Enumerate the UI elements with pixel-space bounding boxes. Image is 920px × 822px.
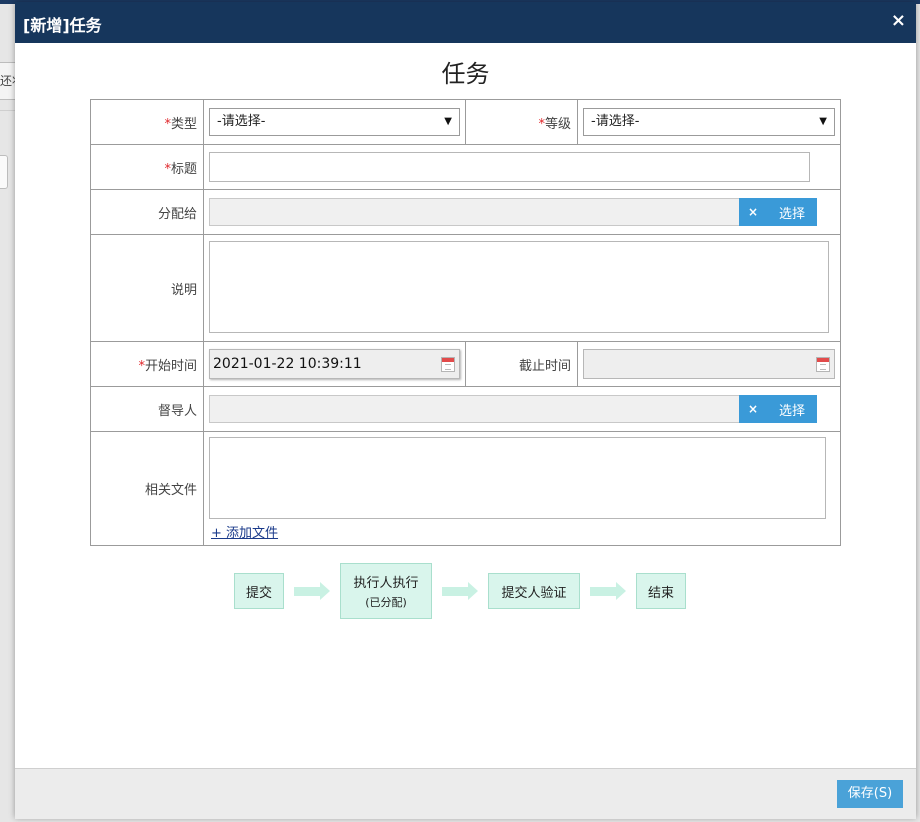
level-label: *等级 [465,99,578,145]
files-area [209,437,826,519]
deadline-input[interactable] [583,349,835,379]
dialog-footer: 保存(S) [15,768,916,819]
dialog-titlebar: [新增]任务 × [15,2,916,43]
row-times: *开始时间 2021-01-22 10:39:11 截止时间 [90,341,841,387]
save-button[interactable]: 保存(S) [837,780,903,808]
flow-arrow-icon [442,582,478,600]
background-divider [0,110,15,111]
select-supervisor-button[interactable]: 选择 [767,400,817,419]
row-supervisor: 督导人 × 选择 [90,386,841,432]
dialog-title: [新增]任务 [23,16,102,35]
close-icon[interactable]: × [891,10,906,31]
clear-supervisor-icon[interactable]: × [739,402,767,416]
row-description: 说明 [90,234,841,342]
row-assign: 分配给 × 选择 [90,189,841,235]
files-label: 相关文件 [90,431,204,546]
new-task-dialog: [新增]任务 × 任务 *类型 -请选择- ▼ *等级 -请选择- ▼ *标题 分配… [15,2,916,819]
flow-arrow-icon [590,582,626,600]
row-title: *标题 [90,144,841,190]
form-heading: 任务 [441,60,490,88]
assign-label: 分配给 [90,189,204,235]
row-type-level: *类型 -请选择- ▼ *等级 -请选择- ▼ [90,99,841,145]
start-time-input[interactable]: 2021-01-22 10:39:11 [209,349,460,379]
type-select[interactable]: -请选择- ▼ [209,108,460,136]
assign-input[interactable] [209,198,757,226]
level-select[interactable]: -请选择- ▼ [583,108,835,136]
row-files: 相关文件 + 添加文件 [90,431,841,546]
description-textarea[interactable] [209,240,829,333]
task-form: *类型 -请选择-▼ *等级 -请选择-▼ *标题 分配给 × 选择 说明 [90,99,841,546]
flow-step-verify: 提交人验证 [488,573,580,609]
clear-assign-icon[interactable]: × [739,205,767,219]
start-time-label: *开始时间 [90,341,204,387]
select-assign-button[interactable]: 选择 [767,203,817,222]
add-file-link[interactable]: + 添加文件 [211,522,278,541]
background-button [0,155,8,189]
calendar-icon[interactable] [816,357,830,372]
type-label: *类型 [90,99,204,145]
dropdown-arrow-icon: ▼ [819,116,827,127]
flow-arrow-icon [294,582,330,600]
supervisor-input[interactable] [209,395,757,423]
supervisor-picker-button: × 选择 [739,395,817,423]
description-label: 说明 [90,234,204,342]
calendar-icon[interactable] [441,357,455,372]
flow-step-end: 结束 [636,573,686,609]
dropdown-arrow-icon: ▼ [444,116,452,127]
assign-picker-button: × 选择 [739,198,817,226]
background-partial-text: 还状 [0,74,15,88]
deadline-label: 截止时间 [465,341,578,387]
title-input[interactable] [209,152,810,182]
flow-step-submit: 提交 [234,573,284,609]
supervisor-label: 督导人 [90,386,204,432]
title-label: *标题 [90,144,204,190]
flow-step-execute: 执行人执行 (已分配) [340,563,432,619]
